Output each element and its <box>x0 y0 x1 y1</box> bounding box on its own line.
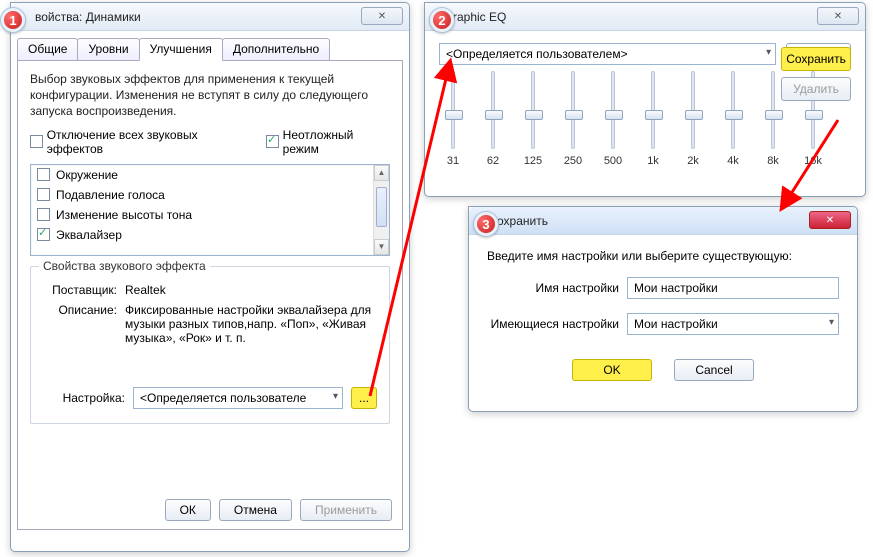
eq-slider[interactable]: 500 <box>599 71 627 167</box>
titlebar[interactable]: raphic EQ ✕ <box>425 3 865 31</box>
list-item-label: Подавление голоса <box>56 188 165 202</box>
eq-band-label: 31 <box>447 155 459 167</box>
step-badge-1: 1 <box>1 8 25 32</box>
preset-combobox[interactable]: <Определяется пользователем> <box>439 43 776 65</box>
scroll-thumb[interactable] <box>376 187 387 227</box>
list-item-label: Эквалайзер <box>56 228 122 242</box>
scrollbar[interactable]: ▲ ▼ <box>373 165 389 255</box>
ok-button[interactable]: ОК <box>165 499 211 521</box>
checkbox-icon[interactable] <box>37 188 50 201</box>
eq-band-label: 2k <box>687 155 699 167</box>
list-item: Изменение высоты тона <box>31 205 389 225</box>
ok-button[interactable]: OK <box>572 359 652 381</box>
tab-levels[interactable]: Уровни <box>77 38 139 61</box>
urgent-mode-label: Неотложный режим <box>283 128 390 156</box>
list-item-label: Изменение высоты тона <box>56 208 192 222</box>
checkbox-icon <box>266 135 279 148</box>
save-button[interactable]: Сохранить <box>781 47 851 71</box>
description-value: Фиксированные настройки эквалайзера для … <box>125 303 377 345</box>
slider-thumb[interactable] <box>725 110 743 120</box>
list-item-label: Окружение <box>56 168 118 182</box>
vendor-label: Поставщик: <box>43 283 125 297</box>
eq-slider[interactable]: 31 <box>439 71 467 167</box>
scroll-up-icon[interactable]: ▲ <box>374 165 389 181</box>
step-badge-2: 2 <box>430 8 454 32</box>
panel-description: Выбор звуковых эффектов для применения к… <box>30 71 390 120</box>
effects-list[interactable]: Окружение Подавление голоса Изменение вы… <box>30 164 390 256</box>
setting-value: <Определяется пользователе <box>140 391 306 405</box>
eq-slider[interactable]: 1k <box>639 71 667 167</box>
tab-enhancements[interactable]: Улучшения <box>139 38 223 61</box>
setting-combobox[interactable]: <Определяется пользователе <box>133 387 343 409</box>
vendor-value: Realtek <box>125 283 377 297</box>
tab-general[interactable]: Общие <box>17 38 78 61</box>
scroll-down-icon[interactable]: ▼ <box>374 239 389 255</box>
save-preset-dialog: охранить ✕ Введите имя настройки или выб… <box>468 206 858 412</box>
apply-button[interactable]: Применить <box>300 499 392 521</box>
enhancements-panel: Выбор звуковых эффектов для применения к… <box>17 60 403 530</box>
titlebar[interactable]: войства: Динамики ✕ <box>11 3 409 31</box>
urgent-mode-checkbox[interactable]: Неотложный режим <box>266 128 390 156</box>
preset-value: <Определяется пользователем> <box>446 47 628 61</box>
window-title: raphic EQ <box>453 10 506 24</box>
eq-band-label: 500 <box>604 155 622 167</box>
close-button[interactable]: ✕ <box>809 211 851 229</box>
titlebar[interactable]: охранить ✕ <box>469 207 857 235</box>
checkbox-icon[interactable] <box>37 168 50 181</box>
preset-name-input[interactable]: Мои настройки <box>627 277 839 299</box>
setting-label: Настройка: <box>43 391 125 405</box>
dialog-prompt: Введите имя настройки или выберите сущес… <box>487 249 839 263</box>
speaker-properties-window: войства: Динамики ✕ Общие Уровни Улучшен… <box>10 2 410 552</box>
group-legend: Свойства звукового эффекта <box>39 259 210 273</box>
eq-slider[interactable]: 62 <box>479 71 507 167</box>
list-item: Эквалайзер <box>31 225 389 245</box>
slider-thumb[interactable] <box>525 110 543 120</box>
slider-thumb[interactable] <box>605 110 623 120</box>
window-title: охранить <box>497 214 548 228</box>
preset-name-label: Имя настройки <box>487 281 627 295</box>
list-item: Окружение <box>31 165 389 185</box>
graphic-eq-window: raphic EQ ✕ <Определяется пользователем>… <box>424 2 866 197</box>
checkbox-icon[interactable] <box>37 228 50 241</box>
checkbox-icon[interactable] <box>37 208 50 221</box>
disable-all-label: Отключение всех звуковых эффектов <box>47 128 252 156</box>
close-button[interactable]: ✕ <box>817 7 859 25</box>
slider-thumb[interactable] <box>645 110 663 120</box>
existing-presets-label: Имеющиеся настройки <box>487 317 627 331</box>
eq-band-label: 250 <box>564 155 582 167</box>
preset-name-value: Мои настройки <box>634 281 718 295</box>
cancel-button[interactable]: Отмена <box>219 499 292 521</box>
eq-band-label: 62 <box>487 155 499 167</box>
eq-band-label: 1k <box>647 155 659 167</box>
slider-thumb[interactable] <box>685 110 703 120</box>
slider-thumb[interactable] <box>565 110 583 120</box>
existing-presets-value: Мои настройки <box>634 317 718 331</box>
eq-slider[interactable]: 2k <box>679 71 707 167</box>
eq-slider[interactable]: 250 <box>559 71 587 167</box>
delete-button[interactable]: Удалить <box>781 77 851 101</box>
slider-thumb[interactable] <box>445 110 463 120</box>
eq-band-label: 16k <box>804 155 822 167</box>
slider-thumb[interactable] <box>765 110 783 120</box>
effect-properties-group: Свойства звукового эффекта Поставщик: Re… <box>30 266 390 424</box>
step-badge-3: 3 <box>474 212 498 236</box>
close-button[interactable]: ✕ <box>361 7 403 25</box>
tab-advanced[interactable]: Дополнительно <box>222 38 330 61</box>
setting-browse-button[interactable]: ... <box>351 387 377 409</box>
list-item: Подавление голоса <box>31 185 389 205</box>
checkbox-icon <box>30 135 43 148</box>
existing-presets-combobox[interactable]: Мои настройки <box>627 313 839 335</box>
slider-thumb[interactable] <box>805 110 823 120</box>
eq-band-label: 8k <box>767 155 779 167</box>
eq-slider[interactable]: 125 <box>519 71 547 167</box>
eq-band-label: 4k <box>727 155 739 167</box>
description-label: Описание: <box>43 303 125 345</box>
eq-slider[interactable]: 4k <box>719 71 747 167</box>
window-title: войства: Динамики <box>35 10 141 24</box>
slider-thumb[interactable] <box>485 110 503 120</box>
cancel-button[interactable]: Cancel <box>674 359 754 381</box>
eq-band-label: 125 <box>524 155 542 167</box>
disable-all-checkbox[interactable]: Отключение всех звуковых эффектов <box>30 128 252 156</box>
